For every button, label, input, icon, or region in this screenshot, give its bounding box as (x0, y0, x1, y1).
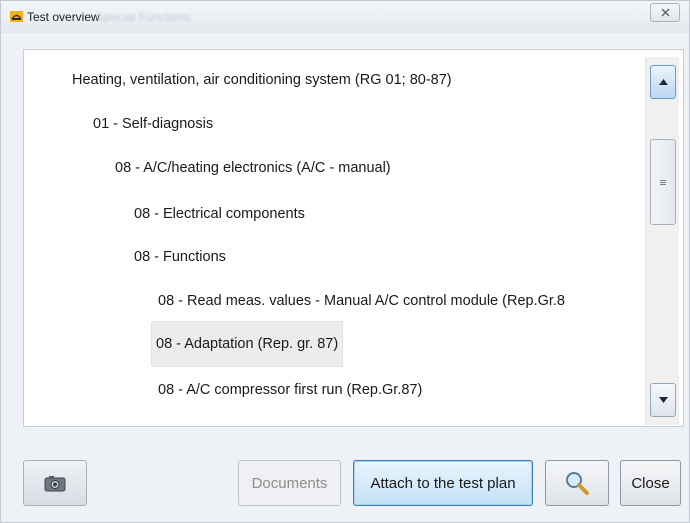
scroll-up-button[interactable] (650, 65, 676, 99)
magnifier-icon (566, 472, 589, 495)
grip-icon (660, 179, 666, 185)
close-button[interactable]: Close (620, 460, 681, 506)
scroll-thumb[interactable] (650, 139, 676, 225)
attach-to-test-plan-button[interactable]: Attach to the test plan (353, 460, 533, 506)
close-icon (661, 8, 669, 17)
window-title: Test overview (27, 10, 100, 24)
tree-item[interactable]: 08 - Electrical components (134, 203, 305, 225)
test-overview-window: Test overview Special Functions Heating,… (0, 0, 690, 523)
test-tree-panel: Heating, ventilation, air conditioning s… (23, 49, 684, 427)
window-title-ghost: Special Functions (96, 10, 191, 24)
title-bar[interactable]: Test overview Special Functions (1, 1, 689, 33)
screenshot-button[interactable] (23, 460, 87, 506)
tree-item[interactable]: 08 - Read meas. values - Manual A/C cont… (158, 290, 646, 312)
tree-item[interactable]: 01 - Self-diagnosis (93, 113, 213, 135)
tree-item-selected[interactable]: 08 - Adaptation (Rep. gr. 87) (151, 321, 344, 367)
documents-button[interactable]: Documents (238, 460, 341, 506)
scroll-down-button[interactable] (650, 383, 676, 417)
search-button[interactable] (545, 460, 609, 506)
app-icon (10, 11, 23, 22)
arrow-up-icon (658, 79, 668, 85)
vertical-scrollbar[interactable] (645, 57, 679, 425)
arrow-down-icon (658, 397, 668, 403)
camera-icon (44, 475, 66, 491)
tree-item[interactable]: 08 - A/C compressor first run (Rep.Gr.87… (158, 379, 422, 401)
tree-item[interactable]: Heating, ventilation, air conditioning s… (72, 69, 452, 91)
window-close-button[interactable] (650, 3, 680, 22)
tree-item[interactable]: 08 - Functions (134, 246, 226, 268)
tree-item[interactable]: 08 - A/C/heating electronics (A/C - manu… (115, 157, 391, 179)
